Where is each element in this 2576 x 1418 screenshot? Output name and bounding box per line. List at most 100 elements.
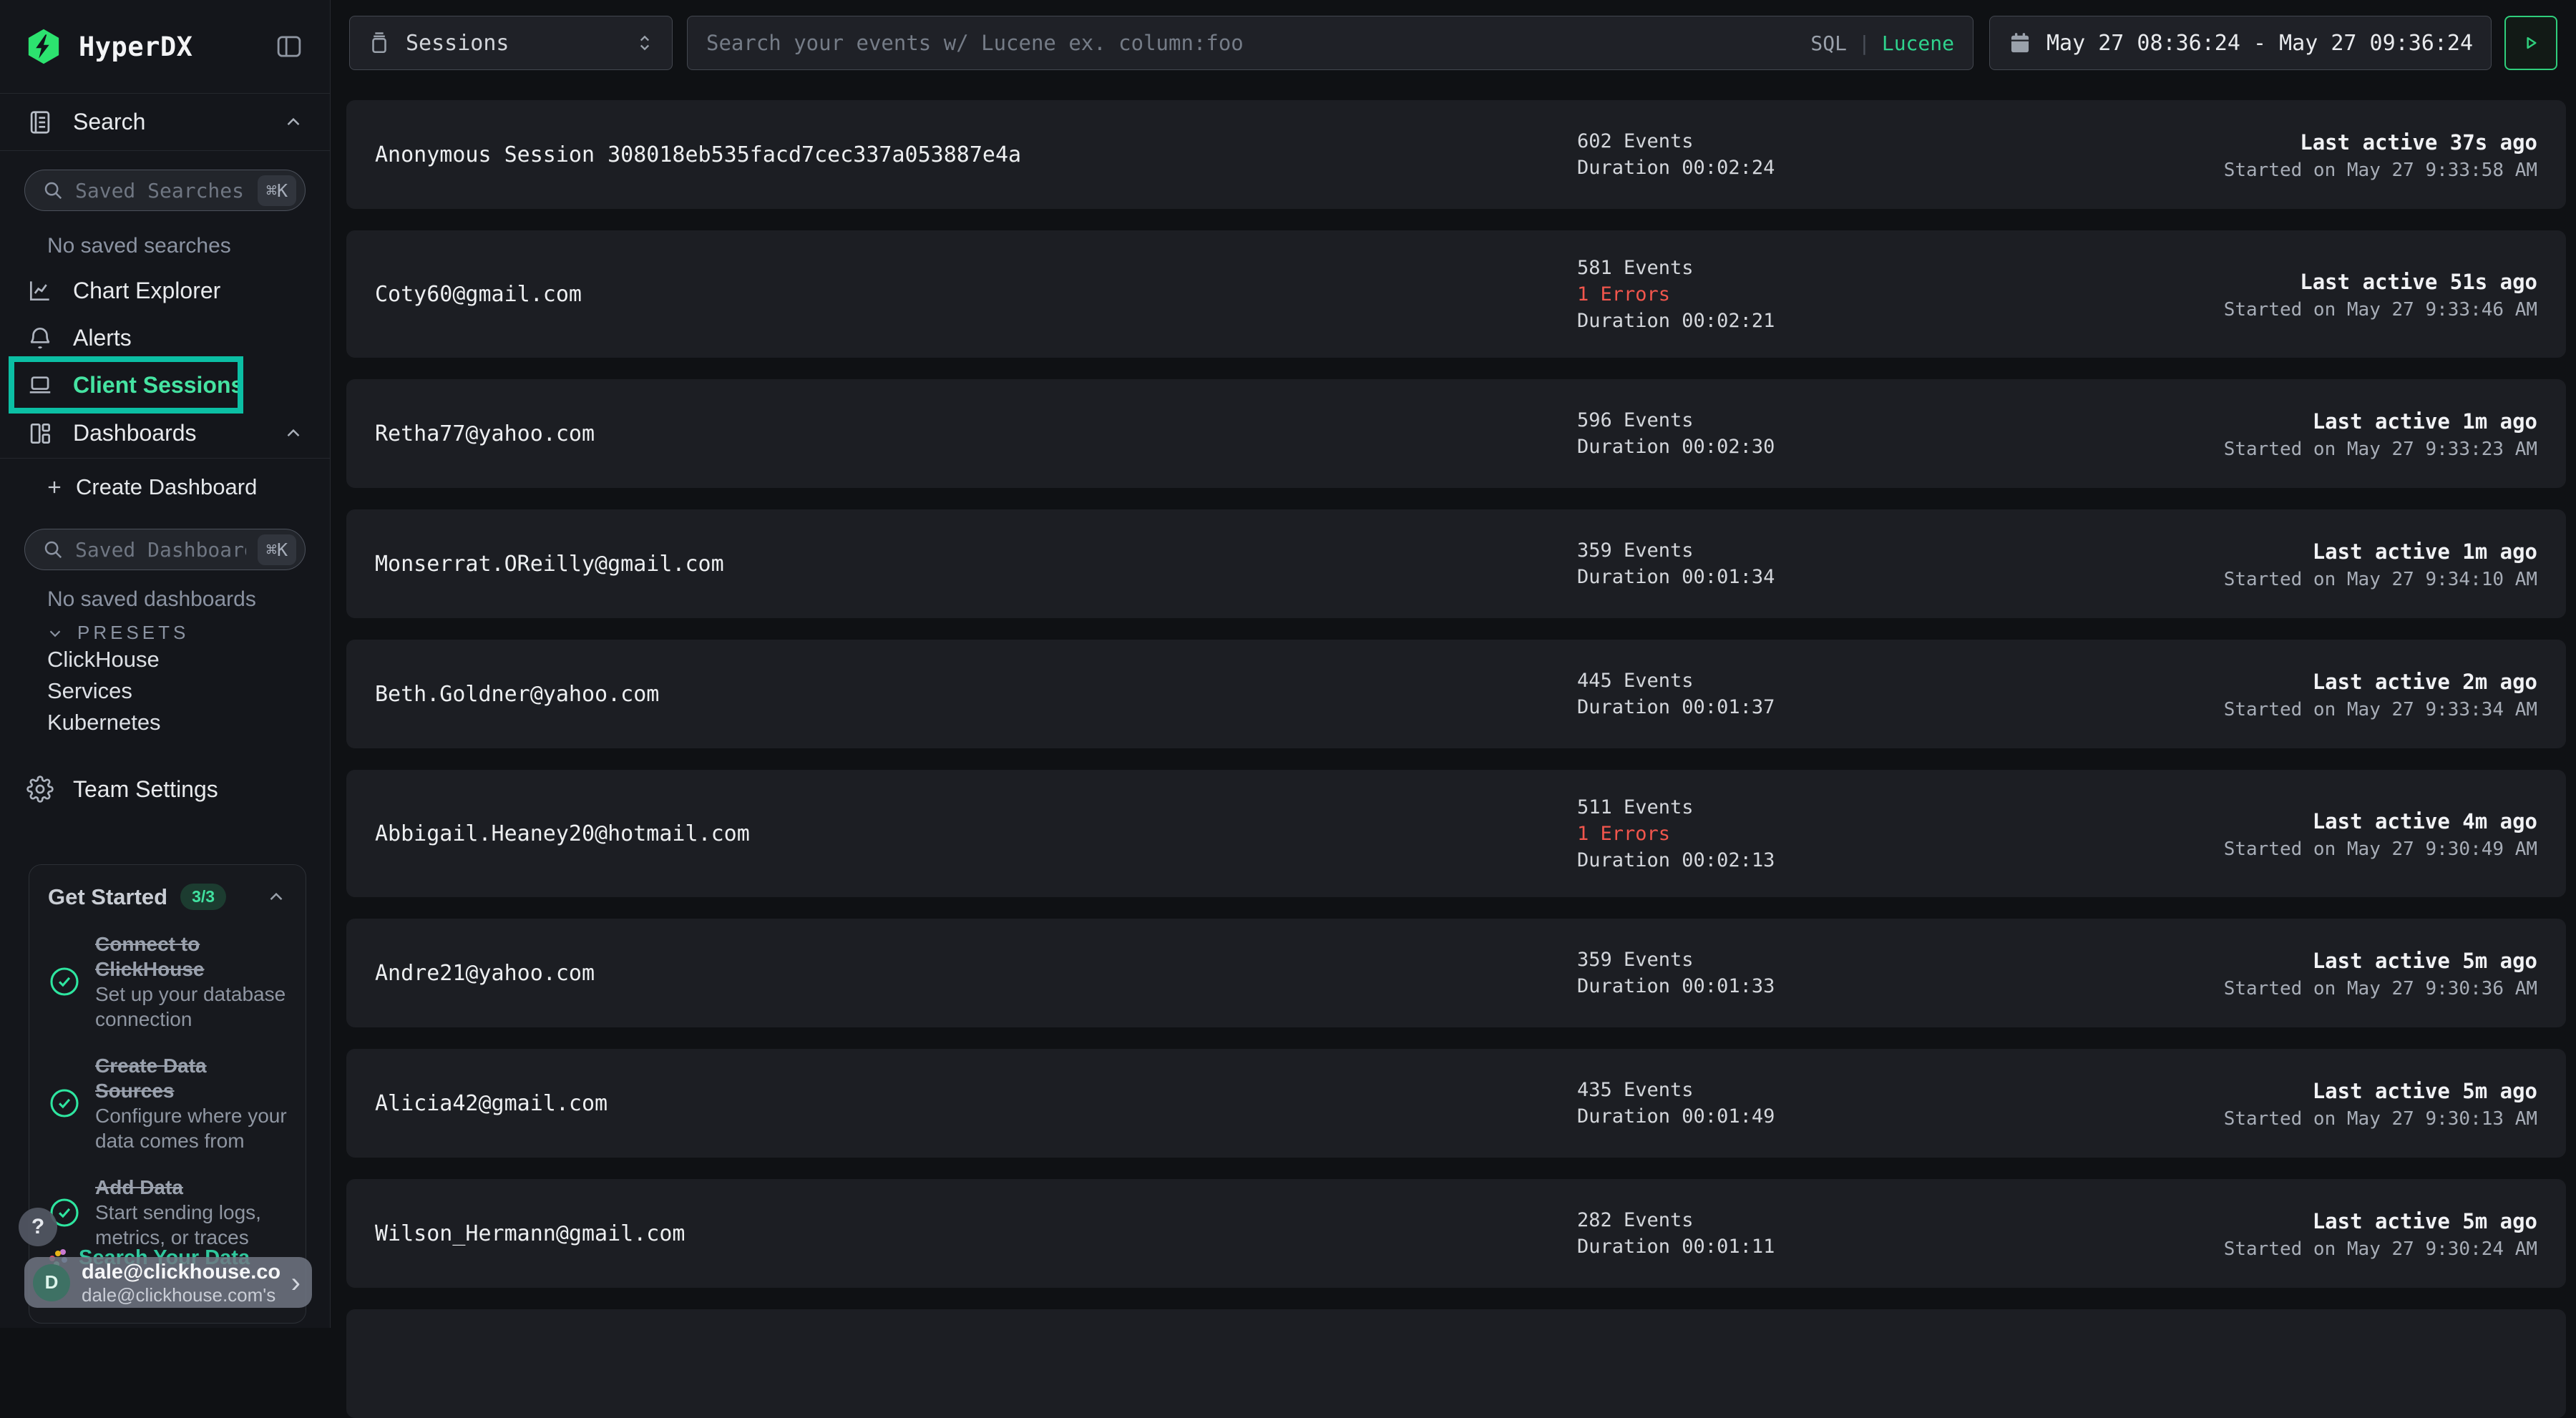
session-row[interactable]: Andre21@yahoo.com 359 Events Duration 00… xyxy=(346,919,2566,1027)
play-icon xyxy=(2520,32,2542,54)
session-row[interactable]: Coty60@gmail.com 581 Events 1 Errors Dur… xyxy=(346,230,2566,358)
session-started: Started on May 27 9:34:10 AM xyxy=(2224,567,2537,592)
shortcut-badge: ⌘K xyxy=(258,175,296,206)
session-duration: Duration 00:02:30 xyxy=(1577,434,2092,460)
get-started-list: Connect to ClickHouse Set up your databa… xyxy=(48,932,287,1250)
session-last-active: Last active 1m ago xyxy=(2224,536,2537,567)
session-activity: Last active 5m ago Started on May 27 9:3… xyxy=(2224,945,2537,1001)
saved-dashboards-placeholder: Saved Dashboards xyxy=(75,538,246,562)
help-button[interactable]: ? xyxy=(19,1208,57,1246)
session-duration: Duration 00:02:21 xyxy=(1577,308,2092,334)
get-started-title: Get Started xyxy=(48,884,167,910)
get-started-item-title: Add Data xyxy=(95,1175,287,1200)
presets-label: PRESETS xyxy=(77,622,189,644)
user-email: dale@clickhouse.com xyxy=(82,1260,280,1284)
session-duration: Duration 00:01:49 xyxy=(1577,1103,2092,1130)
sidebar: HyperDX Search Saved Searches ⌘K No save… xyxy=(0,0,331,1328)
session-row[interactable]: Beth.Goldner@yahoo.com 445 Events Durati… xyxy=(346,640,2566,748)
get-started-item[interactable]: Create Data Sources Configure where your… xyxy=(48,1053,287,1153)
preset-list: ClickHouseServicesKubernetes xyxy=(0,644,330,738)
session-stats: 282 Events Duration 00:01:11 xyxy=(1577,1207,2092,1260)
session-row[interactable]: Alicia42@gmail.com 435 Events Duration 0… xyxy=(346,1049,2566,1158)
session-events: 435 Events xyxy=(1577,1077,2092,1103)
saved-dashboards-input[interactable]: Saved Dashboards ⌘K xyxy=(24,529,306,570)
source-select[interactable]: Sessions xyxy=(349,16,673,70)
lucene-toggle[interactable]: Lucene xyxy=(1882,31,1954,55)
session-started: Started on May 27 9:33:58 AM xyxy=(2224,158,2537,182)
create-dashboard-label: Create Dashboard xyxy=(76,474,257,500)
preset-item[interactable]: Kubernetes xyxy=(0,707,330,738)
session-activity: Last active 1m ago Started on May 27 9:3… xyxy=(2224,536,2537,592)
session-events: 596 Events xyxy=(1577,407,2092,434)
database-icon xyxy=(367,31,391,55)
session-started: Started on May 27 9:33:23 AM xyxy=(2224,437,2537,461)
sidebar-collapse-icon[interactable] xyxy=(273,31,306,62)
session-stats: 602 Events Duration 00:02:24 xyxy=(1577,128,2092,181)
get-started-item-desc: Start sending logs, metrics, or traces xyxy=(95,1200,287,1250)
sidebar-section-search[interactable]: Search xyxy=(0,94,330,151)
sidebar-item-team-settings[interactable]: Team Settings xyxy=(0,766,330,813)
session-title: Andre21@yahoo.com xyxy=(375,961,1577,986)
session-stats: 596 Events Duration 00:02:30 xyxy=(1577,407,2092,460)
session-activity: Last active 1m ago Started on May 27 9:3… xyxy=(2224,406,2537,461)
session-row[interactable]: Retha77@yahoo.com 596 Events Duration 00… xyxy=(346,379,2566,488)
date-range-picker[interactable]: May 27 08:36:24 - May 27 09:36:24 xyxy=(1989,16,2492,70)
session-events: 602 Events xyxy=(1577,128,2092,155)
session-row[interactable] xyxy=(346,1309,2566,1418)
chevrons-up-down-icon xyxy=(635,33,655,53)
saved-searches-input[interactable]: Saved Searches ⌘K xyxy=(24,170,306,211)
get-started-item-text: Create Data Sources Configure where your… xyxy=(95,1053,287,1153)
session-last-active: Last active 4m ago xyxy=(2224,806,2537,837)
preset-item[interactable]: ClickHouse xyxy=(0,644,330,675)
avatar: D xyxy=(33,1264,70,1301)
session-row[interactable]: Abbigail.Heaney20@hotmail.com 511 Events… xyxy=(346,770,2566,897)
user-menu[interactable]: D dale@clickhouse.com dale@clickhouse.co… xyxy=(24,1257,312,1308)
sidebar-item-chart-explorer[interactable]: Chart Explorer xyxy=(0,267,330,314)
session-activity: Last active 5m ago Started on May 27 9:3… xyxy=(2224,1206,2537,1261)
session-row[interactable]: Monserrat.OReilly@gmail.com 359 Events D… xyxy=(346,509,2566,618)
session-title: Beth.Goldner@yahoo.com xyxy=(375,682,1577,707)
session-activity: Last active 5m ago Started on May 27 9:3… xyxy=(2224,1075,2537,1131)
create-dashboard-button[interactable]: Create Dashboard xyxy=(0,464,330,510)
session-started: Started on May 27 9:30:13 AM xyxy=(2224,1107,2537,1131)
sidebar-item-alerts[interactable]: Alerts xyxy=(0,314,330,361)
session-activity: Last active 37s ago Started on May 27 9:… xyxy=(2224,127,2537,182)
get-started-item[interactable]: Connect to ClickHouse Set up your databa… xyxy=(48,932,287,1032)
presets-toggle[interactable]: PRESETS xyxy=(46,622,330,644)
date-range-value: May 27 08:36:24 - May 27 09:36:24 xyxy=(2046,31,2473,56)
session-title: Alicia42@gmail.com xyxy=(375,1091,1577,1116)
session-events: 581 Events xyxy=(1577,255,2092,281)
session-events: 511 Events xyxy=(1577,794,2092,821)
gear-icon xyxy=(26,776,54,803)
session-row[interactable]: Anonymous Session 308018eb535facd7cec337… xyxy=(346,100,2566,209)
live-tail-button[interactable] xyxy=(2504,16,2557,70)
session-errors: 1 Errors xyxy=(1577,821,2092,847)
session-started: Started on May 27 9:33:34 AM xyxy=(2224,698,2537,722)
session-events: 445 Events xyxy=(1577,668,2092,694)
session-activity: Last active 2m ago Started on May 27 9:3… xyxy=(2224,666,2537,722)
shortcut-badge: ⌘K xyxy=(258,534,296,565)
get-started-item[interactable]: Add Data Start sending logs, metrics, or… xyxy=(48,1175,287,1250)
get-started-item-text: Connect to ClickHouse Set up your databa… xyxy=(95,932,287,1032)
get-started-progress-badge: 3/3 xyxy=(180,884,226,910)
session-row[interactable]: Wilson_Hermann@gmail.com 282 Events Dura… xyxy=(346,1179,2566,1288)
session-started: Started on May 27 9:33:46 AM xyxy=(2224,298,2537,322)
sidebar-item-client-sessions[interactable]: Client Sessions xyxy=(0,361,330,409)
session-last-active: Last active 51s ago xyxy=(2224,266,2537,298)
session-errors: 1 Errors xyxy=(1577,281,2092,308)
event-search-placeholder: Search your events w/ Lucene ex. column:… xyxy=(706,31,1797,55)
session-stats: 359 Events Duration 00:01:34 xyxy=(1577,537,2092,590)
sidebar-nav: Chart Explorer Alerts Client Sessions xyxy=(0,267,330,409)
event-search-input[interactable]: Search your events w/ Lucene ex. column:… xyxy=(687,16,1974,70)
preset-item[interactable]: Services xyxy=(0,675,330,707)
sidebar-section-dashboards[interactable]: Dashboards xyxy=(0,409,330,459)
session-title: Abbigail.Heaney20@hotmail.com xyxy=(375,821,1577,846)
sql-toggle[interactable]: SQL xyxy=(1810,31,1847,55)
session-title: Coty60@gmail.com xyxy=(375,282,1577,307)
search-icon xyxy=(42,539,64,560)
session-started: Started on May 27 9:30:49 AM xyxy=(2224,837,2537,861)
session-list: Anonymous Session 308018eb535facd7cec337… xyxy=(346,100,2566,1418)
plus-icon xyxy=(44,477,64,497)
chevron-up-icon[interactable] xyxy=(265,886,287,908)
get-started-item-title: Connect to ClickHouse xyxy=(95,932,287,982)
